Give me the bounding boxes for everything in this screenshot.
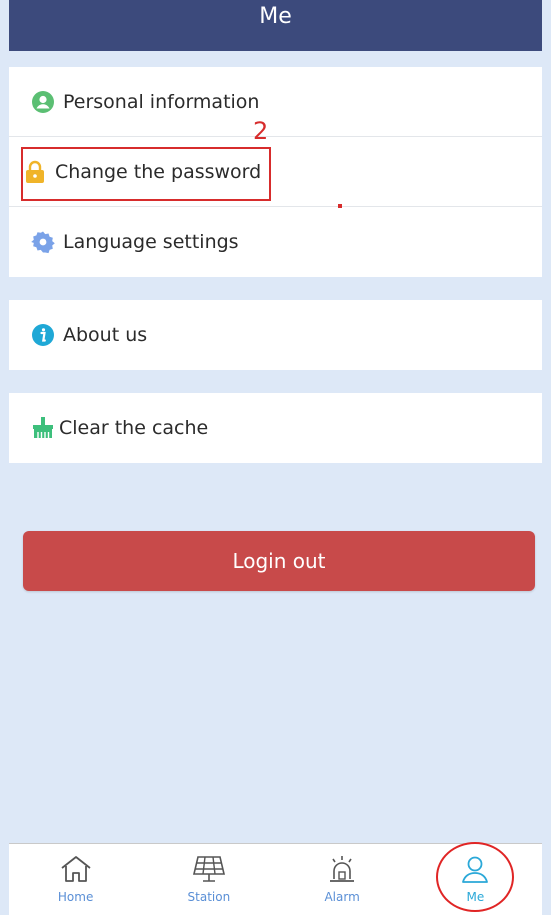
menu-item-about-us[interactable]: About us <box>9 300 542 370</box>
tab-label: Me <box>466 890 485 904</box>
tab-me[interactable]: Me <box>409 844 542 915</box>
gear-icon <box>31 230 55 254</box>
home-icon <box>58 854 94 888</box>
alarm-siren-icon <box>324 854 360 888</box>
menu-item-clear-cache[interactable]: Clear the cache <box>9 393 542 463</box>
tab-label: Station <box>187 890 231 904</box>
header-bar: Me <box>9 0 542 51</box>
logout-button-label: Login out <box>232 549 326 573</box>
annotation-dot <box>338 204 342 208</box>
annotation-step-number: 2 <box>253 117 269 145</box>
lock-icon <box>23 160 47 184</box>
menu-item-language-settings[interactable]: Language settings <box>9 207 542 277</box>
logout-button[interactable]: Login out <box>23 531 535 591</box>
user-icon <box>457 854 493 888</box>
tab-station[interactable]: Station <box>142 844 275 915</box>
tab-label: Alarm <box>324 890 360 904</box>
menu-item-label: Language settings <box>63 231 239 253</box>
tab-home[interactable]: Home <box>9 844 142 915</box>
settings-group-about: About us <box>9 300 542 370</box>
tab-alarm[interactable]: Alarm <box>276 844 409 915</box>
info-icon <box>31 323 55 347</box>
menu-item-label: About us <box>63 324 148 346</box>
user-circle-icon <box>31 90 55 114</box>
menu-item-personal-information[interactable]: Personal information <box>9 67 542 137</box>
broom-icon <box>31 416 55 440</box>
settings-group-account: Personal information Change the password… <box>9 67 542 277</box>
menu-item-label: Clear the cache <box>59 417 209 439</box>
menu-item-label: Change the password <box>55 160 262 183</box>
solar-panel-icon <box>191 854 227 888</box>
settings-group-cache: Clear the cache <box>9 393 542 463</box>
tab-label: Home <box>57 890 94 904</box>
menu-item-change-password[interactable]: Change the password <box>9 137 542 207</box>
bottom-tab-bar: Home Station Alarm Me <box>9 843 542 915</box>
menu-item-label: Personal information <box>63 90 260 113</box>
page-title: Me <box>259 4 292 29</box>
